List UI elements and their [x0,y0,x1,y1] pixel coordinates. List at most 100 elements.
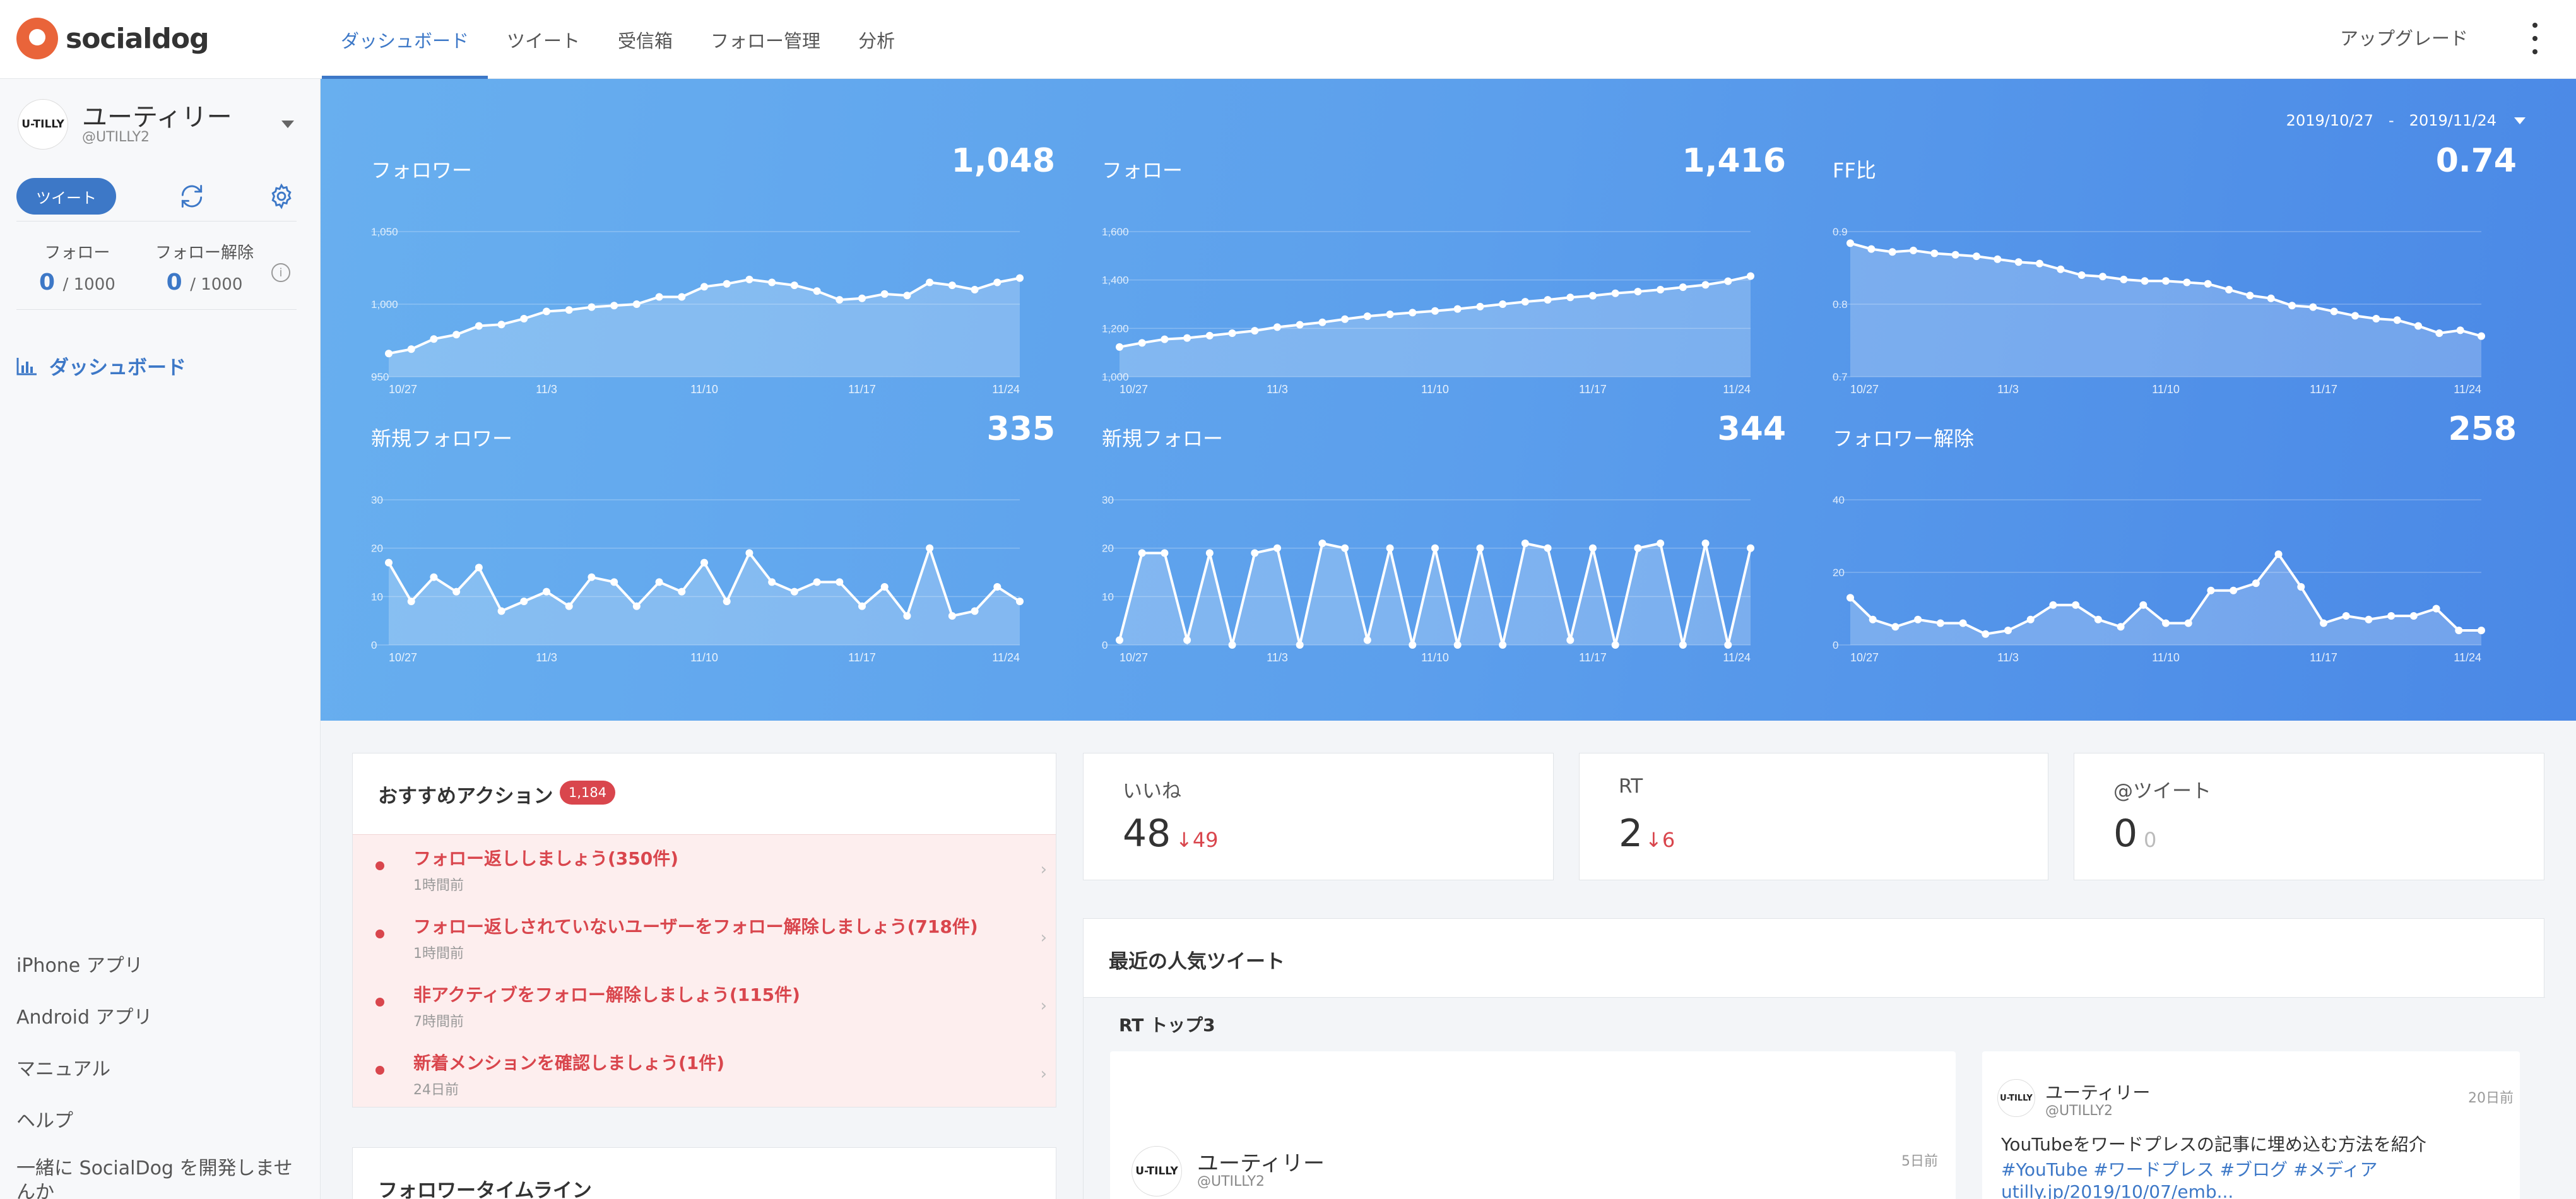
data-point [1747,272,1754,280]
data-point [1747,544,1754,552]
data-point [1914,615,1922,623]
follow-quota: フォロー 0 / 1000 [39,240,115,295]
data-point [588,303,596,311]
data-point [2099,273,2106,281]
chart-3: 0.9 0.8 0.710/27 11/3 11/10 11/17 11/24 [1833,226,2485,396]
tweet-link[interactable]: utilly.jp/2019/10/07/emb... [2001,1181,2233,1199]
list-item[interactable]: 非アクティブをフォロー解除しましょう(115件) 7時間前 › [353,971,1056,1039]
upgrade-link[interactable]: アップグレード [2340,24,2468,50]
y-tick-label: 950 [371,371,389,383]
unfollow-quota: フォロー解除 0 / 1000 [155,240,254,295]
data-point [632,602,641,610]
data-point [385,558,393,567]
chart-1: 1,050 1,000 95010/27 11/3 11/10 11/17 11/24 [371,226,1024,396]
data-point [1016,598,1024,605]
x-tick-label: 11/3 [1997,383,2019,396]
data-point [1566,636,1575,644]
data-point [2162,277,2170,285]
date-range-selector[interactable]: 2019/10/27 - 2019/11/24 [2286,112,2526,129]
logo[interactable]: socialdog [16,18,210,59]
tab-inbox[interactable]: 受信箱 [599,0,692,79]
data-point [1431,544,1439,552]
data-point [2387,612,2396,620]
info-icon[interactable]: i [271,263,290,282]
list-item[interactable]: フォロー返ししましょう(350件) 1時間前 › [353,835,1056,903]
list-item[interactable]: フォロー返しされていないユーザーをフォロー解除しましょう(718件) 1時間前 … [353,903,1056,971]
avatar: U-TILLY [1131,1146,1182,1196]
series-area [1120,543,1751,645]
tab-dashboard[interactable]: ダッシュボード [322,0,488,79]
data-point [971,607,979,615]
sidebar-item-dashboard[interactable]: ダッシュボード [16,351,186,380]
data-point [520,315,528,322]
refresh-icon[interactable] [178,182,206,210]
data-point [1930,249,1939,257]
unfollow-quota-label: フォロー解除 [155,244,254,263]
y-tick-label: 1,600 [1102,226,1129,238]
data-point [1982,630,1990,638]
data-point [1273,323,1281,331]
list-item[interactable]: 新着メンションを確認しましょう(1件) 24日前 › [353,1039,1056,1107]
link-iphone-app[interactable]: iPhone アプリ [16,950,143,978]
data-point [1453,641,1462,649]
recommended-actions-panel: おすすめアクション 1,184 フォロー返ししましょう(350件) 1時間前 ›… [352,753,1056,1107]
tab-tweet[interactable]: ツイート [488,0,599,79]
tab-follow-management[interactable]: フォロー管理 [692,0,839,79]
link-join-dev[interactable]: 一緒に SocialDog を開発しませんか [16,1157,294,1199]
data-point [2026,615,2035,623]
data-point [1634,544,1642,552]
tweet-card[interactable]: U-TILLY ユーティリー @UTILLY2 5日前 [1110,1051,1956,1199]
data-point [2120,275,2128,283]
link-help[interactable]: ヘルプ [16,1105,73,1133]
tweet-card[interactable]: U-TILLY ユーティリー @UTILLY2 20日前 YouTubeをワード… [1982,1051,2520,1199]
data-point [700,283,708,291]
data-point [1544,544,1552,552]
metric-value: 48 [1123,812,1171,856]
data-point [1228,329,1236,337]
data-point [1589,544,1597,552]
tab-analytics[interactable]: 分析 [839,0,914,79]
data-point [678,588,686,596]
data-point [858,602,866,610]
data-point [2246,292,2254,300]
chevron-down-icon[interactable] [281,121,294,128]
unfollow-quota-limit: / 1000 [190,275,243,294]
data-point [2342,612,2350,620]
tweet-button[interactable]: ツイート [16,178,116,215]
data-point [1910,246,1917,254]
top-header: socialdog ダッシュボード ツイート 受信箱 フォロー管理 分析 アップ… [0,0,2576,79]
tweet-hashtags[interactable]: #YouTube #ワードプレス #ブログ #メディア [2001,1156,2377,1181]
data-point [1138,339,1146,347]
data-point [858,294,866,302]
data-point [1657,540,1665,547]
kebab-menu-icon[interactable] [2526,23,2544,54]
data-point [1499,641,1507,649]
x-tick-label: 11/24 [1723,651,1751,664]
metric-card-rt: RT 2 ↓6 [1579,753,2048,880]
x-tick-label: 10/27 [1850,383,1879,396]
data-point [790,281,798,290]
data-point [610,578,618,586]
link-android-app[interactable]: Android アプリ [16,1001,153,1029]
recommended-action-time: 7時間前 [413,1014,464,1030]
data-point [1431,307,1439,315]
gear-icon[interactable] [268,182,295,210]
date-to: 2019/11/24 [2409,112,2496,129]
data-point [948,281,956,290]
chevron-right-icon: › [1040,996,1047,1015]
data-point [407,598,415,605]
y-tick-label: 0 [1833,639,1838,651]
link-manual[interactable]: マニュアル [16,1053,110,1081]
data-point [2072,601,2080,609]
series-area [389,278,1020,377]
account-name[interactable]: ユーティリー [82,97,232,133]
recommended-list: フォロー返ししましょう(350件) 1時間前 › フォロー返しされていないユーザ… [353,834,1056,1107]
data-point [2094,615,2102,623]
data-point [1973,252,1980,261]
data-point [1228,641,1236,649]
metric-card-mentions: @ツイート 0 0 [2074,753,2544,880]
popular-title: 最近の人気ツイート [1109,950,1285,973]
avatar: U-TILLY [1997,1079,2035,1117]
popular-tweets-panel: 最近の人気ツイート RT トップ3 U-TILLY ユーティリー @UTILLY… [1083,918,2545,1199]
data-point [2141,277,2149,285]
